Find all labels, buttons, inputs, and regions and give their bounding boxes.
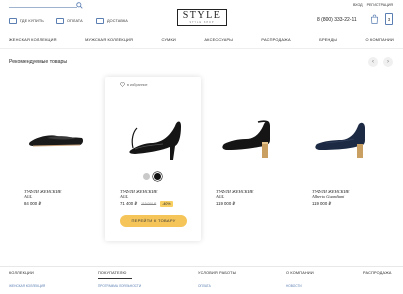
nav-sale[interactable]: РАСПРОДАЖА xyxy=(261,37,290,47)
section-title: Рекомендуемые товары xyxy=(9,59,68,65)
delivery-link[interactable]: ДОСТАВКА xyxy=(96,16,128,26)
carousel-prev-button[interactable]: ‹ xyxy=(368,57,378,67)
footer-divider xyxy=(0,266,403,267)
product-price: 84 000 ₽ xyxy=(24,201,42,207)
footer-heading-terms[interactable]: УСЛОВИЯ РАБОТЫ xyxy=(198,271,236,275)
product-brand: AGL xyxy=(120,194,129,200)
footer-heading-about[interactable]: О КОМПАНИИ xyxy=(286,271,314,275)
footer-heading-underline xyxy=(98,278,132,279)
footer-link-loyalty[interactable]: ПРОГРАММА ЛОЯЛЬНОСТИ xyxy=(98,284,141,288)
payment-icon xyxy=(56,18,64,24)
product-image-2[interactable] xyxy=(123,110,185,162)
product-old-price: 119 000 ₽ xyxy=(141,202,157,207)
product-image-3[interactable] xyxy=(218,112,276,160)
where-to-buy-link[interactable]: ГДЕ КУПИТЬ xyxy=(9,16,44,26)
add-to-favorites[interactable]: в избранное xyxy=(120,82,148,87)
account-links: ВХОД РЕГИСТРАЦИЯ xyxy=(353,3,393,7)
product-info-3[interactable]: ТУФЛИ ЖЕНСКИЕ AGL 119 000 ₽ xyxy=(216,189,253,207)
delivery-label: ДОСТАВКА xyxy=(107,19,128,23)
payment-link[interactable]: ОПЛАТА xyxy=(56,16,83,26)
footer-heading-buyers[interactable]: ПОКУПАТЕЛЮ xyxy=(98,271,127,275)
chevron-right-icon: › xyxy=(387,59,389,65)
go-to-product-button[interactable]: ПЕРЕЙТИ К ТОВАРУ xyxy=(120,215,187,227)
product-info-1[interactable]: ТУФЛИ ЖЕНСКИЕ AGL 84 000 ₽ xyxy=(24,189,61,207)
nav-brands[interactable]: БРЕНДЫ xyxy=(319,37,337,47)
footer-heading-collections[interactable]: КОЛЛЕКЦИИ xyxy=(9,271,34,275)
color-swatch-black[interactable] xyxy=(154,173,161,180)
product-info-4[interactable]: ТУФЛИ ЖЕНСКИЕ Alberto Guardiani 119 000 … xyxy=(312,189,349,207)
color-swatch-grey[interactable] xyxy=(143,173,150,180)
product-price: 71 400 ₽ xyxy=(120,201,138,207)
footer-link-news[interactable]: НОВОСТИ xyxy=(286,284,302,288)
favorites-label: в избранное xyxy=(127,82,148,87)
footer-link-payment[interactable]: ОПЛАТА xyxy=(198,284,211,288)
carousel-next-button[interactable]: › xyxy=(383,57,393,67)
product-image-1[interactable] xyxy=(27,123,85,153)
nav-divider xyxy=(0,48,403,49)
product-brand: Alberto Guardiani xyxy=(312,194,345,200)
product-info-2[interactable]: ТУФЛИ ЖЕНСКИЕ AGL 71 400 ₽ 119 000 ₽ -40… xyxy=(120,189,173,208)
heart-icon xyxy=(120,82,125,87)
cart-count[interactable]: 3 xyxy=(385,13,393,25)
chevron-left-icon: ‹ xyxy=(372,59,374,65)
product-image-4[interactable] xyxy=(312,116,370,160)
register-link[interactable]: РЕГИСТРАЦИЯ xyxy=(367,3,393,7)
login-link[interactable]: ВХОД xyxy=(353,3,363,7)
main-nav: ЖЕНСКАЯ КОЛЛЕКЦИЯ МУЖСКАЯ КОЛЛЕКЦИЯ СУМК… xyxy=(0,37,403,47)
footer-heading-sale[interactable]: РАСПРОДАЖА xyxy=(363,271,392,275)
nav-accessories[interactable]: АКСЕССУАРЫ xyxy=(204,37,233,47)
where-to-buy-label: ГДЕ КУПИТЬ xyxy=(20,19,44,23)
product-price: 119 000 ₽ xyxy=(312,201,332,207)
store-logo[interactable]: STYLE STYLE SHOP xyxy=(177,9,227,26)
footer-link-women[interactable]: ЖЕНСКАЯ КОЛЛЕКЦИЯ xyxy=(9,284,45,288)
product-price: 119 000 ₽ xyxy=(216,201,236,207)
product-brand: AGL xyxy=(24,194,33,200)
search-input[interactable] xyxy=(9,7,77,8)
delivery-icon xyxy=(96,18,104,24)
nav-men[interactable]: МУЖСКАЯ КОЛЛЕКЦИЯ xyxy=(85,37,133,47)
nav-bags[interactable]: СУМКИ xyxy=(161,37,175,47)
bag-icon[interactable] xyxy=(370,14,379,24)
product-brand: AGL xyxy=(216,194,225,200)
store-icon xyxy=(9,18,17,24)
phone-number[interactable]: 8 (800) 333-22-11 xyxy=(317,17,357,23)
nav-women[interactable]: ЖЕНСКАЯ КОЛЛЕКЦИЯ xyxy=(9,37,57,47)
discount-badge: -40% xyxy=(160,201,173,208)
payment-label: ОПЛАТА xyxy=(67,19,83,23)
nav-about[interactable]: О КОМПАНИИ xyxy=(366,37,394,47)
color-swatches xyxy=(143,173,161,180)
search-icon[interactable] xyxy=(76,2,83,9)
